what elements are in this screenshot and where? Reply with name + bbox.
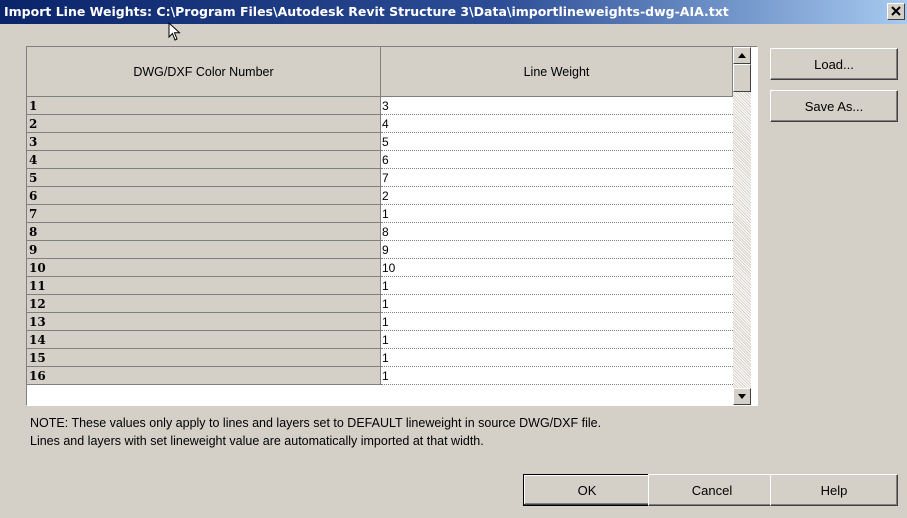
line-weight-cell[interactable]: 1 [381, 205, 733, 223]
table-row[interactable]: 13 1 [27, 313, 733, 331]
cancel-button[interactable]: Cancel [648, 474, 776, 506]
table-row[interactable]: 62 [27, 187, 733, 205]
table-row[interactable]: 35 [27, 133, 733, 151]
line-weight-cell[interactable]: 1 [381, 277, 733, 295]
line-weight-cell[interactable]: 9 [381, 241, 733, 259]
table-row[interactable]: 71 [27, 205, 733, 223]
close-icon[interactable] [887, 3, 905, 20]
note-line-1: NOTE: These values only apply to lines a… [30, 416, 602, 430]
line-weight-cell[interactable]: 6 [381, 151, 733, 169]
save-as-button[interactable]: Save As... [770, 90, 898, 122]
row-header-color-number[interactable]: 1 [27, 97, 381, 115]
row-header-color-number[interactable]: 10 [27, 259, 381, 277]
row-header-color-number[interactable]: 13 [27, 313, 381, 331]
row-header-color-number[interactable]: 6 [27, 187, 381, 205]
line-weight-cell[interactable]: 1 [381, 349, 733, 367]
ok-button[interactable]: OK [523, 474, 651, 506]
window-title: Import Line Weights: C:\Program Files\Au… [4, 4, 729, 19]
table-row[interactable]: 15 1 [27, 349, 733, 367]
line-weight-cell[interactable]: 1 [381, 313, 733, 331]
line-weight-cell[interactable]: 1 [381, 331, 733, 349]
line-weight-cell[interactable]: 5 [381, 133, 733, 151]
row-header-color-number[interactable]: 9 [27, 241, 381, 259]
table-row[interactable]: 11 1 [27, 277, 733, 295]
note-text: NOTE: These values only apply to lines a… [30, 414, 770, 450]
grid-rows: 1 3 2 4 3 5 4 6 5 7 6 2 7 1 8 8 9 9 10 10 11 1 12 1 13 1 14 1 15 1 16 1 [27, 97, 733, 385]
title-bar[interactable]: Import Line Weights: C:\Program Files\Au… [0, 0, 907, 24]
table-row[interactable]: 57 [27, 169, 733, 187]
line-weight-cell[interactable]: 3 [381, 97, 733, 115]
row-header-color-number[interactable]: 14 [27, 331, 381, 349]
line-weight-cell[interactable]: 10 [381, 259, 733, 277]
help-button[interactable]: Help [770, 474, 898, 506]
line-weight-cell[interactable]: 8 [381, 223, 733, 241]
mouse-cursor-icon [168, 22, 181, 41]
line-weight-cell[interactable]: 1 [381, 367, 733, 385]
table-row[interactable]: 14 1 [27, 331, 733, 349]
row-header-color-number[interactable]: 8 [27, 223, 381, 241]
scroll-thumb[interactable] [733, 64, 751, 92]
row-header-color-number[interactable]: 12 [27, 295, 381, 313]
row-header-color-number[interactable]: 11 [27, 277, 381, 295]
line-weight-cell[interactable]: 4 [381, 115, 733, 133]
column-header-line-weight[interactable]: Line Weight [381, 47, 733, 97]
row-header-color-number[interactable]: 7 [27, 205, 381, 223]
row-header-color-number[interactable]: 3 [27, 133, 381, 151]
table-row[interactable]: 16 1 [27, 367, 733, 385]
table-row[interactable]: 88 [27, 223, 733, 241]
table-row[interactable]: 46 [27, 151, 733, 169]
line-weight-cell[interactable]: 1 [381, 295, 733, 313]
line-weight-cell[interactable]: 2 [381, 187, 733, 205]
line-weight-grid[interactable]: DWG/DXF Color Number Line Weight 1324354… [26, 46, 758, 406]
row-header-color-number[interactable]: 2 [27, 115, 381, 133]
table-row[interactable]: 10 10 [27, 259, 733, 277]
line-weight-cell[interactable]: 7 [381, 169, 733, 187]
scroll-up-arrow-icon[interactable] [733, 47, 751, 64]
table-row[interactable]: 12 1 [27, 295, 733, 313]
row-header-color-number[interactable]: 15 [27, 349, 381, 367]
vertical-scrollbar[interactable] [733, 47, 751, 405]
row-header-color-number[interactable]: 5 [27, 169, 381, 187]
table-row[interactable]: 24 [27, 115, 733, 133]
table-row[interactable]: 99 [27, 241, 733, 259]
note-line-2: Lines and layers with set lineweight val… [30, 434, 484, 448]
column-header-color-number[interactable]: DWG/DXF Color Number [27, 47, 381, 97]
load-button[interactable]: Load... [770, 48, 898, 80]
row-header-color-number[interactable]: 16 [27, 367, 381, 385]
scroll-down-arrow-icon[interactable] [733, 388, 751, 405]
row-header-color-number[interactable]: 4 [27, 151, 381, 169]
table-row[interactable]: 13 [27, 97, 733, 115]
